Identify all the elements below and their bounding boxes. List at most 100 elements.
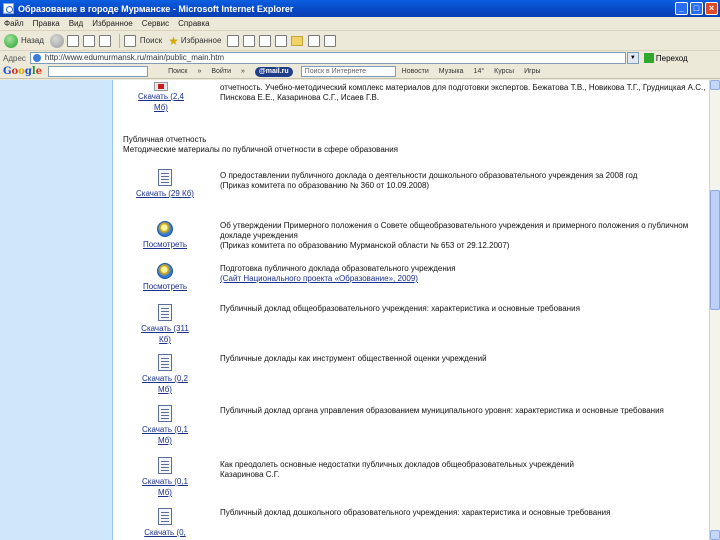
row-3-text: Подготовка публичного доклада образовате… [220, 264, 708, 284]
folder-icon[interactable] [291, 35, 304, 46]
edit-icon[interactable] [275, 34, 288, 47]
google-logo: Google [3, 66, 43, 77]
media-icon[interactable] [227, 34, 240, 47]
title-bar: Образование в городе Мурманске - Microso… [0, 0, 720, 17]
document-icon[interactable] [158, 457, 172, 474]
search-button[interactable]: Поиск [140, 36, 162, 45]
row-7-text: Как преодолеть основные недостатки публи… [220, 460, 708, 480]
row-2-sub: (Приказ комитета по образованию Мурманск… [220, 241, 510, 250]
document-icon[interactable] [158, 405, 172, 422]
close-button[interactable]: × [705, 2, 718, 15]
print-icon[interactable] [259, 34, 272, 47]
google-toolbar: Google Поиск » Войти » @mail.ru Поиск в … [0, 65, 720, 79]
scroll-up-button[interactable] [710, 80, 720, 90]
row-3-view-link[interactable]: Посмотреть [143, 282, 187, 291]
row-5-title: Публичные доклады как инструмент обществ… [220, 354, 487, 363]
row-4-text: Публичный доклад общеобразовательного уч… [220, 304, 708, 314]
google-search-input[interactable] [48, 66, 149, 77]
row-2-view-link[interactable]: Посмотреть [143, 240, 187, 249]
row-3-sub-link[interactable]: (Сайт Национального проекта «Образование… [220, 274, 708, 284]
google-search-button[interactable]: Поиск [168, 68, 187, 75]
row-4-title: Публичный доклад общеобразовательного уч… [220, 304, 580, 313]
favorites-button[interactable]: Избранное [181, 36, 222, 45]
row-5-text: Публичные доклады как инструмент обществ… [220, 354, 708, 364]
address-dropdown-icon[interactable]: ▼ [626, 52, 639, 64]
mail-ru-logo[interactable]: @mail.ru [254, 66, 293, 77]
favorites-star-icon[interactable]: ★ [168, 34, 179, 48]
row-6-text: Публичный доклад органа управления образ… [220, 406, 708, 416]
row-1-download-link[interactable]: Скачать (29 Кб) [136, 189, 194, 198]
top-row-text: отчетность. Учебно-методический комплекс… [220, 83, 706, 102]
web-page-icon[interactable] [157, 221, 173, 237]
menu-view[interactable]: Вид [69, 19, 83, 28]
section-subtitle: Методические материалы по публичной отче… [123, 145, 398, 154]
row-3-icon-cell: Посмотреть [135, 263, 195, 292]
research-icon[interactable] [324, 34, 337, 47]
ie-app-icon[interactable] [3, 3, 14, 14]
document-content: Скачать (2,4 Мб) отчетность. Учебно-мето… [113, 80, 709, 540]
home-icon[interactable] [98, 34, 111, 47]
weather-button[interactable]: 14° [474, 68, 485, 75]
messenger-icon[interactable] [308, 34, 321, 47]
menu-edit[interactable]: Правка [33, 19, 60, 28]
document-icon[interactable] [158, 304, 172, 321]
back-arrow-icon[interactable] [4, 33, 18, 48]
row-2-text: Об утверждении Примерного положения о Со… [220, 221, 708, 251]
toolbar-separator [118, 33, 120, 48]
address-input[interactable]: http://www.edumurmansk.ru/main/public_ma… [29, 52, 626, 64]
menu-file[interactable]: Файл [4, 19, 24, 28]
web-page-icon[interactable] [157, 263, 173, 279]
google-signin-button[interactable]: Войти [211, 68, 231, 75]
go-arrow-icon [643, 53, 654, 63]
back-button[interactable]: Назад [21, 36, 44, 45]
row-8-icon-cell: Скачать (0, [135, 508, 195, 538]
minimize-button[interactable]: _ [675, 2, 688, 15]
address-bar: Адрес http://www.edumurmansk.ru/main/pub… [0, 51, 720, 65]
currency-button[interactable]: Курсы [494, 68, 514, 75]
menu-bar: Файл Правка Вид Избранное Сервис Справка [0, 17, 720, 31]
go-label: Переход [655, 53, 688, 63]
top-download-link[interactable]: Скачать (2,4 Мб) [138, 92, 184, 112]
search-icon[interactable] [123, 34, 136, 47]
row-1-sub: (Приказ комитета по образованию № 360 от… [220, 181, 430, 190]
left-sidebar-strip [0, 80, 113, 540]
menu-tools[interactable]: Сервис [142, 19, 169, 28]
internet-search-input[interactable]: Поиск в Интернете [300, 66, 396, 77]
row-3-title: Подготовка публичного доклада образовате… [220, 264, 456, 273]
row-8-title: Публичный доклад дошкольного образовател… [220, 508, 611, 517]
row-7-sub: Казаринова С.Г. [220, 470, 280, 479]
row-5-download-link[interactable]: Скачать (0,2 Мб) [142, 374, 188, 394]
row-7-title: Как преодолеть основные недостатки публи… [220, 460, 574, 469]
music-button[interactable]: Музыка [439, 68, 464, 75]
document-icon[interactable] [158, 508, 172, 525]
row-8-download-link[interactable]: Скачать (0, [144, 528, 186, 537]
google-more-chevron-2[interactable]: » [241, 68, 245, 75]
menu-favorites[interactable]: Избранное [92, 19, 133, 28]
row-6-download-link[interactable]: Скачать (0,1 Мб) [142, 425, 188, 445]
google-more-chevron[interactable]: » [197, 68, 201, 75]
row-7-download-link[interactable]: Скачать (0,1 Мб) [142, 477, 188, 497]
document-icon[interactable] [158, 169, 172, 186]
vertical-scrollbar[interactable] [709, 80, 720, 540]
window-controls: _ □ × [675, 2, 718, 15]
row-7-icon-cell: Скачать (0,1 Мб) [135, 457, 195, 498]
stop-icon[interactable] [66, 34, 79, 47]
address-label: Адрес [3, 53, 26, 63]
maximize-button[interactable]: □ [690, 2, 703, 15]
top-download-cell: Скачать (2,4 Мб) [131, 82, 191, 113]
row-2-title: Об утверждении Примерного положения о Со… [220, 221, 689, 240]
row-1-text: О предоставлении публичного доклада о де… [220, 171, 708, 191]
standard-toolbar: Назад Поиск ★ Избранное [0, 31, 720, 51]
row-6-title: Публичный доклад органа управления образ… [220, 406, 664, 415]
menu-help[interactable]: Справка [178, 19, 209, 28]
news-button[interactable]: Новости [402, 68, 429, 75]
row-4-download-link[interactable]: Скачать (311 Кб) [141, 324, 189, 344]
mail-icon[interactable] [243, 34, 256, 47]
document-icon[interactable] [158, 354, 172, 371]
scroll-thumb[interactable] [710, 190, 720, 310]
scroll-down-button[interactable] [710, 530, 720, 540]
forward-arrow-icon[interactable] [49, 33, 64, 48]
games-button[interactable]: Игры [524, 68, 541, 75]
refresh-icon[interactable] [82, 34, 95, 47]
go-button[interactable]: Переход [643, 53, 688, 63]
